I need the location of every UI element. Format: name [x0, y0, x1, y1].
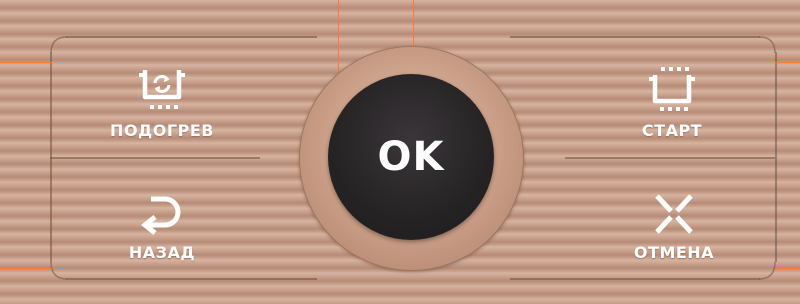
frame-line [775, 52, 777, 262]
cancel-label: ОТМЕНА [633, 242, 715, 262]
frame-line [50, 157, 260, 159]
start-label: СТАРТ [641, 120, 703, 140]
callout-line [775, 268, 800, 269]
cancel-button[interactable]: ОТМЕНА [606, 184, 742, 270]
frame-line [510, 36, 760, 38]
back-label: НАЗАД [128, 242, 196, 262]
start-button[interactable]: СТАРТ [596, 62, 748, 144]
back-button[interactable]: НАЗАД [100, 184, 224, 270]
close-icon [655, 193, 693, 234]
reheat-button[interactable]: ПОДОГРЕВ [80, 62, 244, 144]
frame-line [565, 157, 775, 159]
frame-line [66, 278, 317, 280]
reheat-label: ПОДОГРЕВ [110, 120, 214, 140]
frame-line [66, 36, 317, 38]
back-arrow-icon [140, 196, 181, 235]
frame-corner [759, 36, 776, 54]
control-panel: ПОДОГРЕВ СТАРТ НАЗАД ОТМЕНА OK [0, 0, 800, 304]
callout-line [338, 0, 339, 74]
callout-line [0, 268, 52, 269]
frame-corner [50, 36, 68, 54]
ok-button[interactable]: OK [328, 74, 494, 240]
frame-corner [50, 262, 68, 280]
frame-line [510, 278, 760, 280]
frame-corner [759, 262, 776, 280]
callout-line [0, 62, 52, 63]
ok-label: OK [377, 134, 445, 180]
pot-refresh-icon [139, 69, 185, 109]
callout-line [775, 62, 800, 63]
pot-steam-icon [649, 66, 695, 111]
